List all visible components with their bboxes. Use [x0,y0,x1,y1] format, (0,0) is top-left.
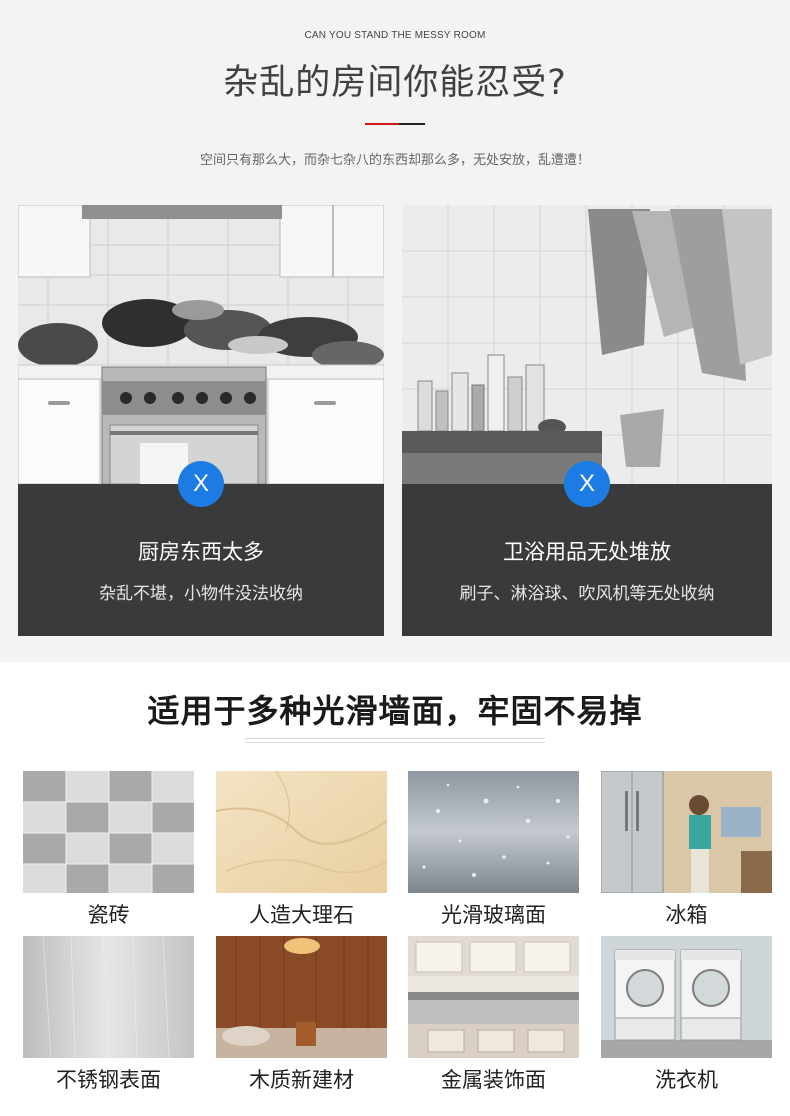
close-icon: X [178,461,224,507]
surface-label: 光滑玻璃面 [441,903,546,927]
problem-title: 卫浴用品无处堆放 [503,540,671,564]
surface-item-steel: 不锈钢表面 [23,936,194,1094]
decorative-fine-text [245,738,545,748]
artificial-marble-image [216,771,387,893]
problem-card-kitchen: X 厨房东西太多 杂乱不堪，小物件没法收纳 [18,205,384,636]
surface-item-glass: 光滑玻璃面 [408,771,579,929]
close-icon: X [564,461,610,507]
page-title: 杂乱的房间你能忍受? [223,63,567,103]
messy-kitchen-photo [18,205,384,484]
surface-item-marble: 人造大理石 [216,771,387,929]
surface-label: 人造大理石 [249,903,354,927]
washing-machine-image [601,936,772,1058]
wood-material-image [216,936,387,1058]
metal-decor-image [408,936,579,1058]
section-eyebrow: CAN YOU STAND THE MESSY ROOM [304,30,486,41]
problem-description: 刷子、淋浴球、吹风机等无处收纳 [459,584,715,604]
ceramic-tile-image [23,771,194,893]
surface-label: 不锈钢表面 [56,1068,161,1092]
surface-item-metal: 金属装饰面 [408,936,579,1094]
problem-description: 杂乱不堪，小物件没法收纳 [99,584,303,604]
surfaces-section: 适用于多种光滑墙面，牢固不易掉 瓷砖 人造大理石 光滑玻璃面 冰箱 不锈钢表面 … [0,662,790,1116]
surface-label: 金属装饰面 [441,1068,546,1092]
messy-bathroom-photo [402,205,772,484]
stainless-steel-image [23,936,194,1058]
surfaces-title: 适用于多种光滑墙面，牢固不易掉 [147,692,643,730]
title-divider [365,123,425,125]
surface-label: 木质新建材 [249,1068,354,1092]
problem-card-bathroom: X 卫浴用品无处堆放 刷子、淋浴球、吹风机等无处收纳 [402,205,772,636]
section-subtitle: 空间只有那么大，而杂七杂八的东西却那么多，无处安放，乱遭遭！ [199,153,590,168]
messy-room-section: CAN YOU STAND THE MESSY ROOM 杂乱的房间你能忍受? … [0,0,790,662]
smooth-glass-image [408,771,579,893]
surface-item-wood: 木质新建材 [216,936,387,1094]
problem-title: 厨房东西太多 [138,540,264,564]
surface-label: 洗衣机 [655,1068,718,1092]
surface-item-fridge: 冰箱 [601,771,772,929]
surface-item-washer: 洗衣机 [601,936,772,1094]
surface-label: 瓷砖 [87,903,130,927]
surface-label: 冰箱 [665,903,708,927]
refrigerator-image [601,771,772,893]
surface-item-tile: 瓷砖 [23,771,194,929]
